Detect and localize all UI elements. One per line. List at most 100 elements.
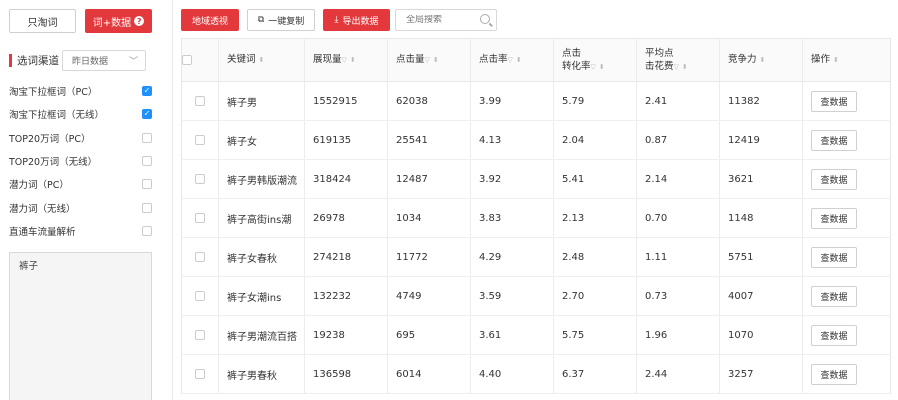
col-cpc-label-2: 击花费 — [645, 60, 674, 72]
copy-button-label: 一键复制 — [268, 16, 305, 27]
row-checkbox[interactable] — [195, 95, 205, 106]
filter-icon[interactable]: ▽ — [591, 63, 596, 71]
filter-icon[interactable]: ▽ — [674, 63, 679, 71]
view-data-button[interactable]: 查数据 — [811, 168, 857, 190]
cell-cvr: 2.48 — [553, 237, 637, 277]
col-competition-label: 竞争力 — [728, 54, 757, 65]
row-select-cell — [181, 237, 219, 277]
channel-option-checkbox[interactable] — [142, 179, 152, 190]
row-select-cell — [181, 315, 219, 355]
cell-competition: 5751 — [719, 237, 803, 277]
cell-ctr: 4.13 — [470, 120, 554, 160]
filter-icon[interactable]: ▽ — [508, 56, 513, 64]
cell-cvr: 2.13 — [553, 198, 637, 238]
sort-icon[interactable]: ⬍ — [760, 56, 766, 64]
sort-icon[interactable]: ⬍ — [599, 63, 605, 71]
col-cpc[interactable]: 平均点 击花费▽ ⬍ — [636, 38, 720, 82]
sort-icon[interactable]: ⬍ — [433, 56, 439, 64]
channel-marker — [9, 53, 12, 67]
col-keyword[interactable]: 关键词 ⬍ — [218, 38, 305, 82]
cell-impressions: 619135 — [304, 120, 388, 160]
view-data-button[interactable]: 查数据 — [811, 363, 857, 385]
word-data-button[interactable]: 词+数据 ? — [85, 9, 152, 33]
row-checkbox[interactable] — [195, 212, 205, 223]
cell-keyword: 裤子男春秋 — [218, 354, 305, 394]
view-data-button[interactable]: 查数据 — [811, 246, 857, 268]
global-search[interactable] — [395, 9, 497, 31]
copy-button[interactable]: ⧉ 一键复制 — [247, 9, 315, 31]
row-checkbox[interactable] — [195, 173, 205, 184]
col-impressions-label: 展现量 — [313, 54, 342, 65]
channel-label: 选词渠道 — [9, 52, 59, 68]
channel-option[interactable]: 潜力词（无线） — [9, 199, 152, 217]
channel-option-label: 淘宝下拉框词（PC） — [9, 87, 98, 98]
filter-icon[interactable]: ▽ — [425, 56, 430, 64]
filter-icon[interactable]: ▽ — [342, 56, 347, 64]
channel-option[interactable]: TOP20万词（PC） — [9, 129, 152, 147]
channel-option[interactable]: 直通车流量解析 — [9, 222, 152, 240]
channel-option[interactable]: TOP20万词（无线） — [9, 152, 152, 170]
region-button-label: 地域透视 — [191, 16, 228, 27]
channel-option-checkbox[interactable] — [142, 155, 152, 166]
word-data-label: 词+数据 — [92, 17, 132, 29]
cell-competition: 4007 — [719, 276, 803, 316]
sort-icon[interactable]: ⬍ — [682, 63, 688, 71]
cell-cpc: 2.41 — [636, 81, 720, 121]
view-data-button[interactable]: 查数据 — [811, 324, 857, 346]
row-checkbox[interactable] — [195, 134, 205, 145]
cell-ctr: 3.83 — [470, 198, 554, 238]
view-data-button[interactable]: 查数据 — [811, 129, 857, 151]
channel-option[interactable]: 潜力词（PC） — [9, 175, 152, 193]
keyword-textarea[interactable]: 裤子 — [9, 252, 152, 400]
row-checkbox[interactable] — [195, 290, 205, 301]
row-checkbox[interactable] — [195, 368, 205, 379]
channel-option[interactable]: 淘宝下拉框词（PC） ✓ — [9, 82, 152, 100]
cell-cvr: 6.37 — [553, 354, 637, 394]
table-row: 裤子女潮ins 132232 4749 3.59 2.70 0.73 4007 查数据 — [181, 276, 891, 316]
region-button[interactable]: 地域透视 — [181, 9, 239, 31]
channel-option-checkbox[interactable] — [142, 132, 152, 143]
sort-icon[interactable]: ⬍ — [350, 56, 356, 64]
col-clicks[interactable]: 点击量▽ ⬍ — [387, 38, 471, 82]
cell-impressions: 1552915 — [304, 81, 388, 121]
col-ctr[interactable]: 点击率▽ ⬍ — [470, 38, 554, 82]
table-row: 裤子女 619135 25541 4.13 2.04 0.87 12419 查数据 — [181, 120, 891, 160]
channel-option-checkbox[interactable]: ✓ — [142, 109, 152, 120]
col-competition[interactable]: 竞争力 ⬍ — [719, 38, 803, 82]
cell-clicks: 695 — [387, 315, 471, 355]
search-icon[interactable] — [480, 14, 490, 24]
channel-option-checkbox[interactable]: ✓ — [142, 86, 152, 96]
channel-option-checkbox[interactable] — [142, 202, 152, 213]
cell-keyword: 裤子女 — [218, 120, 305, 160]
keyword-table: 关键词 ⬍ 展现量▽ ⬍ 点击量▽ ⬍ 点击率▽ ⬍ 点击 转化率▽ ⬍ 平均点 击花费▽ ⬍ … — [181, 38, 891, 394]
view-data-button[interactable]: 查数据 — [811, 285, 857, 307]
channel-option-label: 潜力词（无线） — [9, 203, 76, 215]
row-checkbox[interactable] — [195, 329, 205, 340]
cell-competition: 11382 — [719, 81, 803, 121]
channel-option-label: TOP20万词（PC） — [9, 133, 91, 145]
channel-option-checkbox[interactable] — [142, 225, 152, 236]
channel-option[interactable]: 淘宝下拉框词（无线） ✓ — [9, 105, 152, 123]
date-select-value: 昨日数据 — [72, 57, 109, 67]
cell-cpc: 0.73 — [636, 276, 720, 316]
row-checkbox[interactable] — [195, 251, 205, 262]
col-cvr[interactable]: 点击 转化率▽ ⬍ — [553, 38, 637, 82]
sort-icon[interactable]: ⬍ — [516, 56, 522, 64]
view-data-button[interactable]: 查数据 — [811, 90, 857, 112]
taobao-only-button[interactable]: 只淘词 — [9, 9, 76, 33]
export-button-label: 导出数据 — [342, 16, 379, 27]
cell-action: 查数据 — [802, 354, 891, 394]
select-all-checkbox[interactable] — [182, 55, 192, 65]
col-impressions[interactable]: 展现量▽ ⬍ — [304, 38, 388, 82]
cell-action: 查数据 — [802, 159, 891, 199]
help-icon[interactable]: ? — [134, 16, 145, 26]
sort-icon[interactable]: ⬍ — [833, 56, 839, 64]
cell-clicks: 25541 — [387, 120, 471, 160]
cell-competition: 1148 — [719, 198, 803, 238]
channel-option-label: TOP20万词（无线） — [9, 156, 98, 168]
date-select[interactable]: 昨日数据 ﹀ — [62, 50, 146, 71]
search-input[interactable] — [406, 15, 476, 25]
export-button[interactable]: ⤓ 导出数据 — [323, 9, 390, 31]
sort-icon[interactable]: ⬍ — [259, 56, 265, 64]
view-data-button[interactable]: 查数据 — [811, 207, 857, 229]
